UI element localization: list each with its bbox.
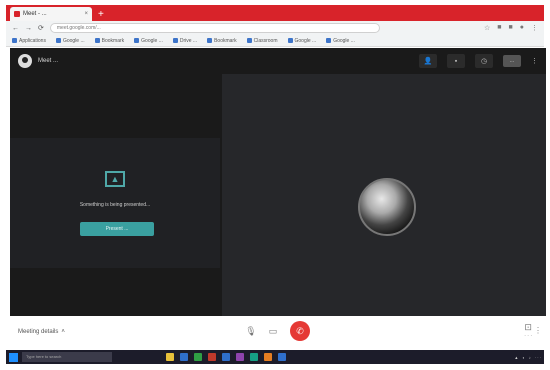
system-tray: ▲ ◐ ♪ · · · xyxy=(514,355,541,360)
reload-icon[interactable]: ⟳ xyxy=(38,24,44,32)
meeting-details-button[interactable]: Meeting details ˄ xyxy=(18,329,65,335)
bookmark-icon xyxy=(172,38,178,43)
windows-taskbar: Type here to search ▲ ◐ ♪ · · · xyxy=(6,350,544,364)
meeting-details-label: Meeting details xyxy=(18,329,59,335)
bookmark-icon xyxy=(207,38,213,43)
star-icon[interactable]: ☆ xyxy=(484,24,490,32)
present-button[interactable]: Present ... xyxy=(80,222,154,236)
extension-icon[interactable]: ■ xyxy=(509,24,513,32)
meeting-header: Meet ... 👤 ▪ ◷ ... ⋮ xyxy=(10,48,546,74)
bookmark-item[interactable]: Bookmark xyxy=(207,38,237,44)
tab-favicon-icon xyxy=(14,11,20,17)
volume-icon[interactable]: ♪ xyxy=(529,355,531,360)
taskbar-search[interactable]: Type here to search xyxy=(22,352,112,362)
chevron-up-icon: ˄ xyxy=(61,329,65,335)
captions-label: · · · xyxy=(524,333,532,339)
meeting-title: Meet ... xyxy=(38,58,59,64)
menu-icon[interactable]: ⋮ xyxy=(531,24,538,32)
taskbar-app-icon[interactable] xyxy=(264,353,272,361)
taskbar-app-icon[interactable] xyxy=(250,353,258,361)
taskbar-app-icon[interactable] xyxy=(166,353,174,361)
camera-icon[interactable]: ▭ xyxy=(268,324,278,338)
microphone-icon[interactable]: 🎙 xyxy=(245,324,256,338)
new-tab-button[interactable]: + xyxy=(98,9,104,21)
more-options-icon[interactable]: ⋮ xyxy=(531,57,538,65)
bookmark-item[interactable]: Bookmark xyxy=(94,38,124,44)
back-icon[interactable]: ← xyxy=(12,25,19,32)
meeting-area: Meet ... 👤 ▪ ◷ ... ⋮ ▲ Something is bein… xyxy=(10,48,546,316)
end-call-button[interactable]: ✆ xyxy=(290,321,310,341)
bookmark-item[interactable]: Google ... xyxy=(55,38,85,44)
bookmark-item[interactable]: Applications xyxy=(12,38,46,44)
bookmark-item[interactable]: Google ... xyxy=(287,38,316,44)
bookmark-icon xyxy=(246,38,252,43)
call-controls-bar: Meeting details ˄ 🎙 ▭ ✆ ⊡ · · · ⋮ xyxy=(6,316,544,348)
bookmark-icon xyxy=(94,38,100,43)
browser-toolbar: ← → ⟳ meet.google.com/... ☆ ■ ■ ● ⋮ xyxy=(6,21,544,35)
bookmark-item[interactable]: Drive ... xyxy=(172,38,197,44)
taskbar-app-icon[interactable] xyxy=(236,353,244,361)
participant-tile xyxy=(222,74,546,316)
taskbar-app-icon[interactable] xyxy=(222,353,230,361)
tray-icon[interactable]: ▲ xyxy=(514,355,518,360)
bookmark-icon xyxy=(55,38,61,43)
taskbar-app-icon[interactable] xyxy=(180,353,188,361)
bookmark-icon xyxy=(287,38,293,43)
browser-tab[interactable]: Meet - ... × xyxy=(10,7,92,21)
bookmark-item[interactable]: Classroom xyxy=(246,38,278,44)
bookmark-icon xyxy=(12,38,17,43)
bookmark-item[interactable]: Google ... xyxy=(134,38,163,44)
people-icon[interactable]: 👤 xyxy=(419,54,437,68)
presentation-tile: ▲ Something is being presented... Presen… xyxy=(10,138,220,268)
meet-logo-icon xyxy=(18,54,32,68)
presentation-message: Something is being presented... xyxy=(79,202,151,208)
participant-avatar xyxy=(358,178,416,236)
tab-title: Meet - ... xyxy=(23,11,47,17)
captions-icon: ⊡ xyxy=(524,322,532,332)
bookmarks-bar: Applications Google ... Bookmark Google … xyxy=(6,35,544,47)
taskbar-app-icon[interactable] xyxy=(278,353,286,361)
browser-tab-strip: Meet - ... × + xyxy=(6,5,544,21)
start-icon[interactable] xyxy=(9,352,18,362)
address-bar[interactable]: meet.google.com/... xyxy=(49,23,380,33)
chat-icon[interactable]: ▪ xyxy=(447,54,465,68)
present-screen-icon: ▲ xyxy=(105,171,125,187)
taskbar-app-icon[interactable] xyxy=(194,353,202,361)
network-icon[interactable]: ◐ xyxy=(522,355,524,360)
extension-icon[interactable]: ■ xyxy=(497,24,501,32)
bookmark-icon xyxy=(134,38,140,43)
header-pill-button[interactable]: ... xyxy=(503,55,521,67)
captions-button[interactable]: ⊡ · · · xyxy=(524,322,532,339)
profile-icon[interactable]: ● xyxy=(520,24,524,32)
bookmark-icon xyxy=(326,38,332,43)
more-controls-icon[interactable]: ⋮ xyxy=(534,326,542,335)
taskbar-app-icon[interactable] xyxy=(208,353,216,361)
tab-close-icon[interactable]: × xyxy=(84,11,88,17)
bookmark-item[interactable]: Google ... xyxy=(326,38,355,44)
clock[interactable]: · · · xyxy=(535,355,541,360)
time-icon[interactable]: ◷ xyxy=(475,54,493,68)
forward-icon[interactable]: → xyxy=(25,25,32,32)
